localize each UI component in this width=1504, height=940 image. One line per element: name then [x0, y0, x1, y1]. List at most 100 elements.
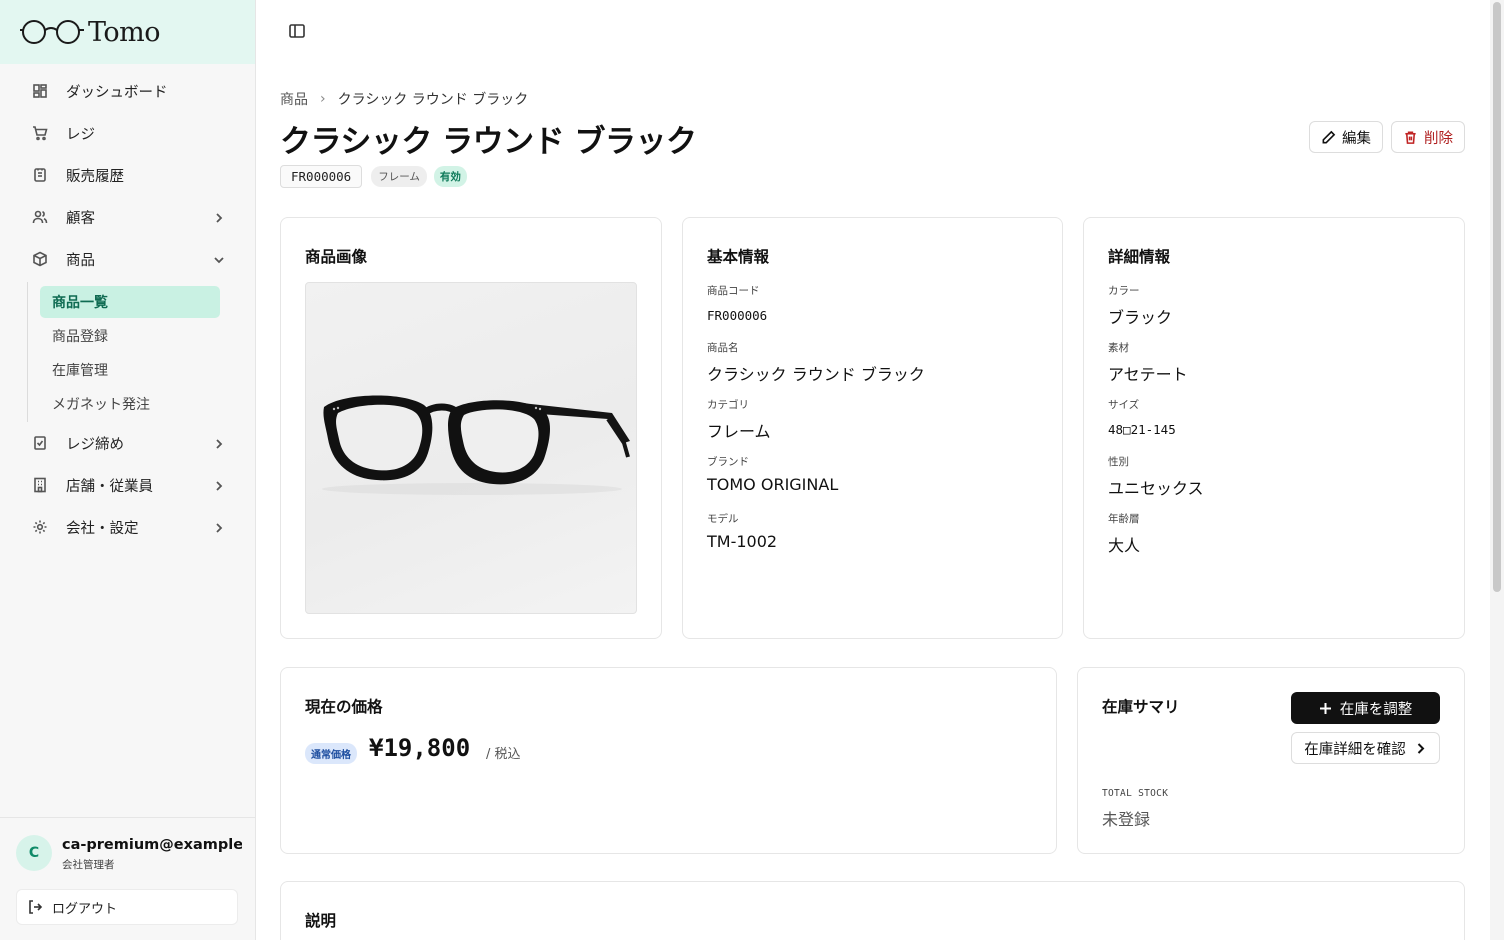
chevron-right-icon: ›	[320, 91, 326, 107]
sidebar-item-register-close[interactable]: レジ締め	[24, 425, 238, 461]
field-color: カラー ブラック	[1108, 283, 1172, 328]
user-panel: C ca-premium@example.... 会社管理者 ログアウト	[0, 817, 255, 940]
pencil-icon	[1322, 130, 1336, 143]
sidebar-subitem-meganet-order[interactable]: メガネット発注	[40, 388, 220, 420]
price-unit: / 税込	[486, 747, 521, 762]
sidebar-item-label: レジ	[66, 126, 95, 143]
trash-icon	[1405, 131, 1416, 144]
field-value: クラシック ラウンド ブラック	[707, 365, 925, 384]
field-value: フレーム	[707, 422, 771, 441]
field-value: FR000006	[707, 308, 768, 323]
breadcrumb-current: クラシック ラウンド ブラック	[337, 92, 529, 108]
field-age-group: 年齢層 大人	[1108, 511, 1140, 556]
breadcrumb: 商品 › クラシック ラウンド ブラック	[280, 89, 528, 109]
page-scrollbar[interactable]	[1490, 0, 1504, 940]
field-size: サイズ 48□21-145	[1108, 397, 1176, 437]
category-badge: フレーム	[371, 166, 427, 187]
brand-name: Tomo	[88, 16, 161, 48]
card-title: 在庫サマリ	[1102, 698, 1180, 716]
sidebar: Tomo ダッシュボード レジ 販売履歴 顧客 商品 商品一覧 商品登録 在庫管…	[0, 0, 256, 940]
sidebar-item-dashboard[interactable]: ダッシュボード	[24, 73, 238, 109]
product-image[interactable]	[305, 282, 637, 614]
stock-summary-card: 在庫サマリ 在庫を調整 在庫詳細を確認 TOTAL STOCK 未登録	[1077, 667, 1465, 854]
sidebar-subitem-inventory[interactable]: 在庫管理	[40, 354, 220, 386]
field-model: モデル TM-1002	[707, 511, 777, 551]
price-card: 現在の価格 通常価格 ¥19,800 / 税込	[280, 667, 1057, 854]
total-stock-label: TOTAL STOCK	[1102, 788, 1169, 799]
sidebar-toggle-button[interactable]	[288, 22, 308, 42]
product-code-badge: FR000006	[280, 165, 363, 188]
sidebar-item-company-settings[interactable]: 会社・設定	[24, 509, 238, 545]
field-value: ブラック	[1108, 308, 1173, 327]
chevron-down-icon	[212, 252, 226, 266]
adjust-stock-button[interactable]: 在庫を調整	[1291, 692, 1440, 724]
edit-label: 編集	[1342, 130, 1371, 147]
field-value: アセテート	[1108, 365, 1188, 384]
status-badge: 有効	[433, 166, 467, 187]
sidebar-item-sales-history[interactable]: 販売履歴	[24, 157, 238, 193]
chevron-right-icon	[212, 210, 226, 224]
total-stock-value: 未登録	[1102, 810, 1151, 829]
brand-logo[interactable]: Tomo	[0, 0, 255, 64]
card-title: 現在の価格	[305, 698, 383, 716]
field-value: 48□21-145	[1108, 422, 1176, 437]
chevron-right-icon	[212, 478, 226, 492]
register-close-icon	[32, 435, 48, 451]
sidebar-item-label: 会社・設定	[66, 520, 139, 537]
field-value: TOMO ORIGINAL	[707, 475, 839, 494]
price-amount: ¥19,800	[369, 734, 471, 762]
product-image-card: 商品画像	[280, 217, 662, 639]
basic-info-card: 基本情報 商品コード FR000006 商品名 クラシック ラウンド ブラック …	[682, 217, 1063, 639]
field-product-name: 商品名 クラシック ラウンド ブラック	[707, 340, 925, 385]
field-label: 商品名	[707, 342, 739, 354]
sidebar-subitem-product-list[interactable]: 商品一覧	[40, 286, 220, 318]
panel-left-icon	[289, 24, 305, 38]
sidebar-item-stores-staff[interactable]: 店舗・従業員	[24, 467, 238, 503]
scrollbar-thumb[interactable]	[1493, 2, 1501, 592]
breadcrumb-parent[interactable]: 商品	[280, 89, 308, 109]
chevron-right-icon	[1417, 742, 1425, 754]
field-label: 商品コード	[707, 285, 760, 297]
field-label: サイズ	[1108, 399, 1140, 411]
users-icon	[32, 209, 48, 225]
receipt-icon	[32, 167, 48, 183]
package-icon	[32, 251, 48, 267]
field-label: 年齢層	[1108, 513, 1140, 525]
sidebar-item-customers[interactable]: 顧客	[24, 199, 238, 235]
building-icon	[32, 477, 48, 493]
sidebar-subitem-product-register[interactable]: 商品登録	[40, 320, 220, 352]
sidebar-item-label: 顧客	[66, 210, 95, 227]
stock-detail-label: 在庫詳細を確認	[1304, 741, 1406, 758]
chevron-right-icon	[212, 436, 226, 450]
field-value: 大人	[1108, 536, 1141, 555]
glasses-logo-icon	[20, 20, 84, 44]
card-title: 詳細情報	[1108, 248, 1171, 266]
eyeglasses-photo-icon	[322, 395, 630, 495]
chevron-right-icon	[212, 520, 226, 534]
sidebar-item-label: 店舗・従業員	[66, 478, 153, 495]
logout-button[interactable]: ログアウト	[16, 889, 238, 925]
delete-label: 削除	[1424, 130, 1453, 147]
product-tags: FR000006 フレーム 有効	[280, 165, 467, 188]
sidebar-item-label: ダッシュボード	[66, 84, 168, 101]
plus-icon	[1319, 702, 1331, 714]
page-title: クラシック ラウンド ブラック	[280, 124, 697, 160]
field-value: ユニセックス	[1108, 479, 1204, 498]
field-label: 素材	[1108, 342, 1129, 354]
sidebar-item-label: 商品	[66, 252, 95, 269]
stock-detail-button[interactable]: 在庫詳細を確認	[1291, 732, 1440, 764]
sidebar-item-register[interactable]: レジ	[24, 115, 238, 151]
products-subnav: 商品一覧 商品登録 在庫管理 メガネット発注	[27, 282, 220, 422]
field-label: カラー	[1108, 285, 1140, 297]
user-role: 会社管理者	[62, 859, 115, 871]
sidebar-item-products[interactable]: 商品	[24, 241, 238, 277]
cart-icon	[32, 125, 48, 141]
field-label: 性別	[1108, 456, 1129, 468]
sidebar-item-label: レジ締め	[66, 436, 124, 453]
field-category: カテゴリ フレーム	[707, 397, 771, 442]
card-title: 商品画像	[305, 248, 368, 266]
field-label: カテゴリ	[707, 399, 749, 411]
delete-button[interactable]: 削除	[1391, 121, 1465, 153]
avatar[interactable]: C	[16, 835, 52, 871]
edit-button[interactable]: 編集	[1309, 121, 1383, 153]
